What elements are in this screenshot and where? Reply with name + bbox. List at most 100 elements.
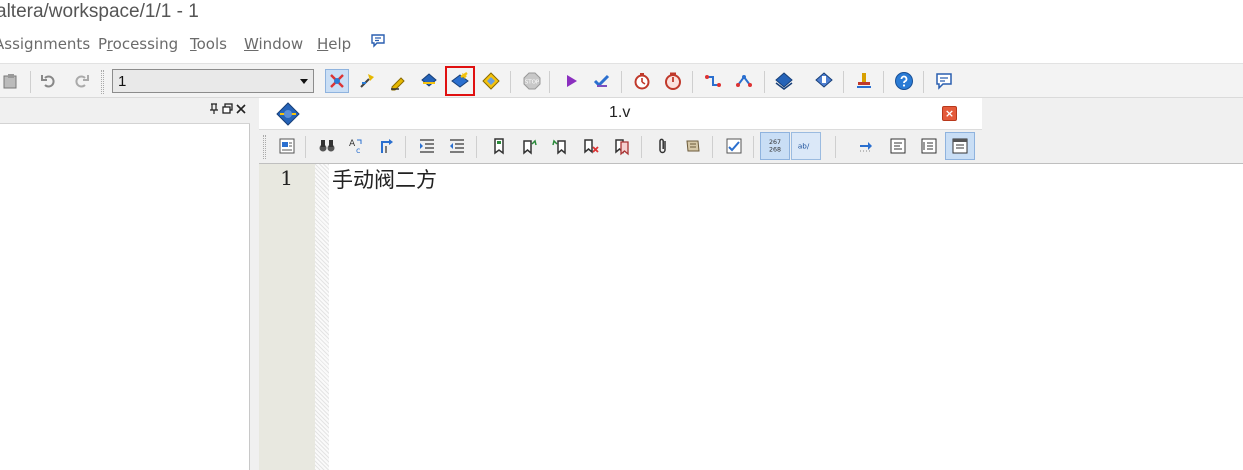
next-bookmark-button[interactable] [517,134,541,158]
menu-bar: Assignments Processing Tools Window Help [0,28,1243,62]
insert-template-button[interactable] [275,134,299,158]
svg-text:268: 268 [769,146,781,153]
toolbar-separator [476,136,477,158]
start-fitter-button[interactable] [479,69,503,93]
timing-analyzer-button[interactable] [630,69,654,93]
toolbar-separator [621,71,622,93]
assembler-icon [815,72,833,88]
next-bookmark-icon [523,139,537,155]
decrease-indent-button[interactable] [445,134,469,158]
start-compilation-icon [567,75,577,87]
stop-button[interactable]: STOP [520,69,544,93]
line-numbers-toggle[interactable]: 267 268 [760,132,790,160]
svg-text:A: A [349,139,356,149]
splitter[interactable] [250,98,259,470]
whats-this-button[interactable] [932,69,956,93]
svg-text:STOP: STOP [525,80,540,86]
toolbar-grip[interactable] [263,135,266,159]
binoculars-icon [319,140,335,152]
timequest-icon [665,72,681,90]
code-line[interactable]: 手动阀二方 [332,164,437,194]
project-navigator-button[interactable] [325,69,349,93]
previous-bookmark-button[interactable] [548,134,572,158]
goto-line-button[interactable] [375,134,399,158]
full-screen-icon [952,138,968,154]
timequest-button[interactable] [661,69,685,93]
redo-icon[interactable] [69,69,93,93]
analysis-synthesis-check-button[interactable] [590,69,614,93]
tab-bar-background [982,98,1243,130]
menu-help[interactable]: Help [317,35,351,53]
toolbar-grip[interactable] [101,70,104,94]
toolbar-separator [843,71,844,93]
list-bookmarks-icon [615,139,629,156]
word-wrap-icon: ab/ [798,142,810,151]
toolbar-separator [405,136,406,158]
comment-block-button[interactable] [681,134,705,158]
whats-this-menu-icon[interactable] [370,33,386,53]
clear-bookmarks-button[interactable] [579,134,603,158]
previous-bookmark-icon [552,139,566,155]
paste-icon[interactable] [0,69,24,93]
check-syntax-button[interactable] [722,134,746,158]
start-compilation-button[interactable] [559,69,583,93]
assignment-editor-button[interactable] [386,69,410,93]
close-document-button[interactable]: × [942,106,957,121]
menu-processing[interactable]: Processing [98,35,178,53]
increase-indent-icon [420,139,434,153]
word-wrap-toggle[interactable]: ab/ [791,132,821,160]
chip-planner-icon [705,75,721,87]
full-screen-toggle[interactable] [945,132,975,160]
revision-combo[interactable]: 1 [112,69,314,93]
restore-icon[interactable] [222,103,233,117]
list-bookmarks-button[interactable] [610,134,634,158]
toggle-bookmark-button[interactable] [487,134,511,158]
attach-button[interactable] [651,134,675,158]
signaltap-button[interactable] [852,69,876,93]
toolbar-separator [753,136,754,158]
panel-header [0,98,250,124]
toolbar-separator [764,71,765,93]
project-navigator-icon [330,74,344,88]
increase-indent-button[interactable] [415,134,439,158]
code-editor[interactable]: 1 手动阀二方 [259,164,1243,470]
find-replace-icon: Ac [349,139,362,155]
stop-icon: STOP [523,72,541,90]
close-icon[interactable] [236,103,246,117]
paperclip-icon [659,138,666,154]
rtl-viewer-icon [736,75,752,87]
line-number-gutter: 1 [259,164,315,470]
timing-analyzer-icon [634,73,650,90]
chevron-down-icon[interactable] [300,79,308,84]
svg-text:ab/: ab/ [798,142,810,151]
programmer-button[interactable] [772,69,796,93]
show-whitespace-button[interactable] [854,134,878,158]
find-button[interactable] [315,134,339,158]
expand-all-button[interactable] [917,134,941,158]
undo-icon[interactable] [37,69,61,93]
document-tab[interactable]: 1.v × [259,98,982,130]
menu-window[interactable]: Window [244,35,303,53]
start-fitter-icon [482,72,500,90]
chip-planner-button[interactable] [701,69,725,93]
assembler-button[interactable] [812,69,836,93]
decrease-indent-icon [450,139,464,153]
collapse-all-button[interactable] [886,134,910,158]
editor-toolbar: Ac 267 268 ab/ [259,130,1243,164]
menu-assignments[interactable]: Assignments [0,35,90,53]
rtl-viewer-button[interactable] [732,69,756,93]
toolbar-separator [692,71,693,93]
help-icon [895,72,913,90]
collapse-icon [890,138,906,154]
pin-planner-button[interactable] [356,69,380,93]
document-title: 1.v [609,104,631,121]
start-analysis-synthesis-button[interactable] [445,66,475,96]
menu-tools[interactable]: Tools [190,35,227,53]
fold-margin[interactable] [315,164,329,470]
start-analysis-elaboration-button[interactable] [417,69,441,93]
project-navigator-panel [0,98,250,470]
find-replace-button[interactable]: Ac [345,134,369,158]
pin-icon[interactable] [209,103,219,118]
help-button[interactable] [892,69,916,93]
toolbar-separator [641,136,642,158]
